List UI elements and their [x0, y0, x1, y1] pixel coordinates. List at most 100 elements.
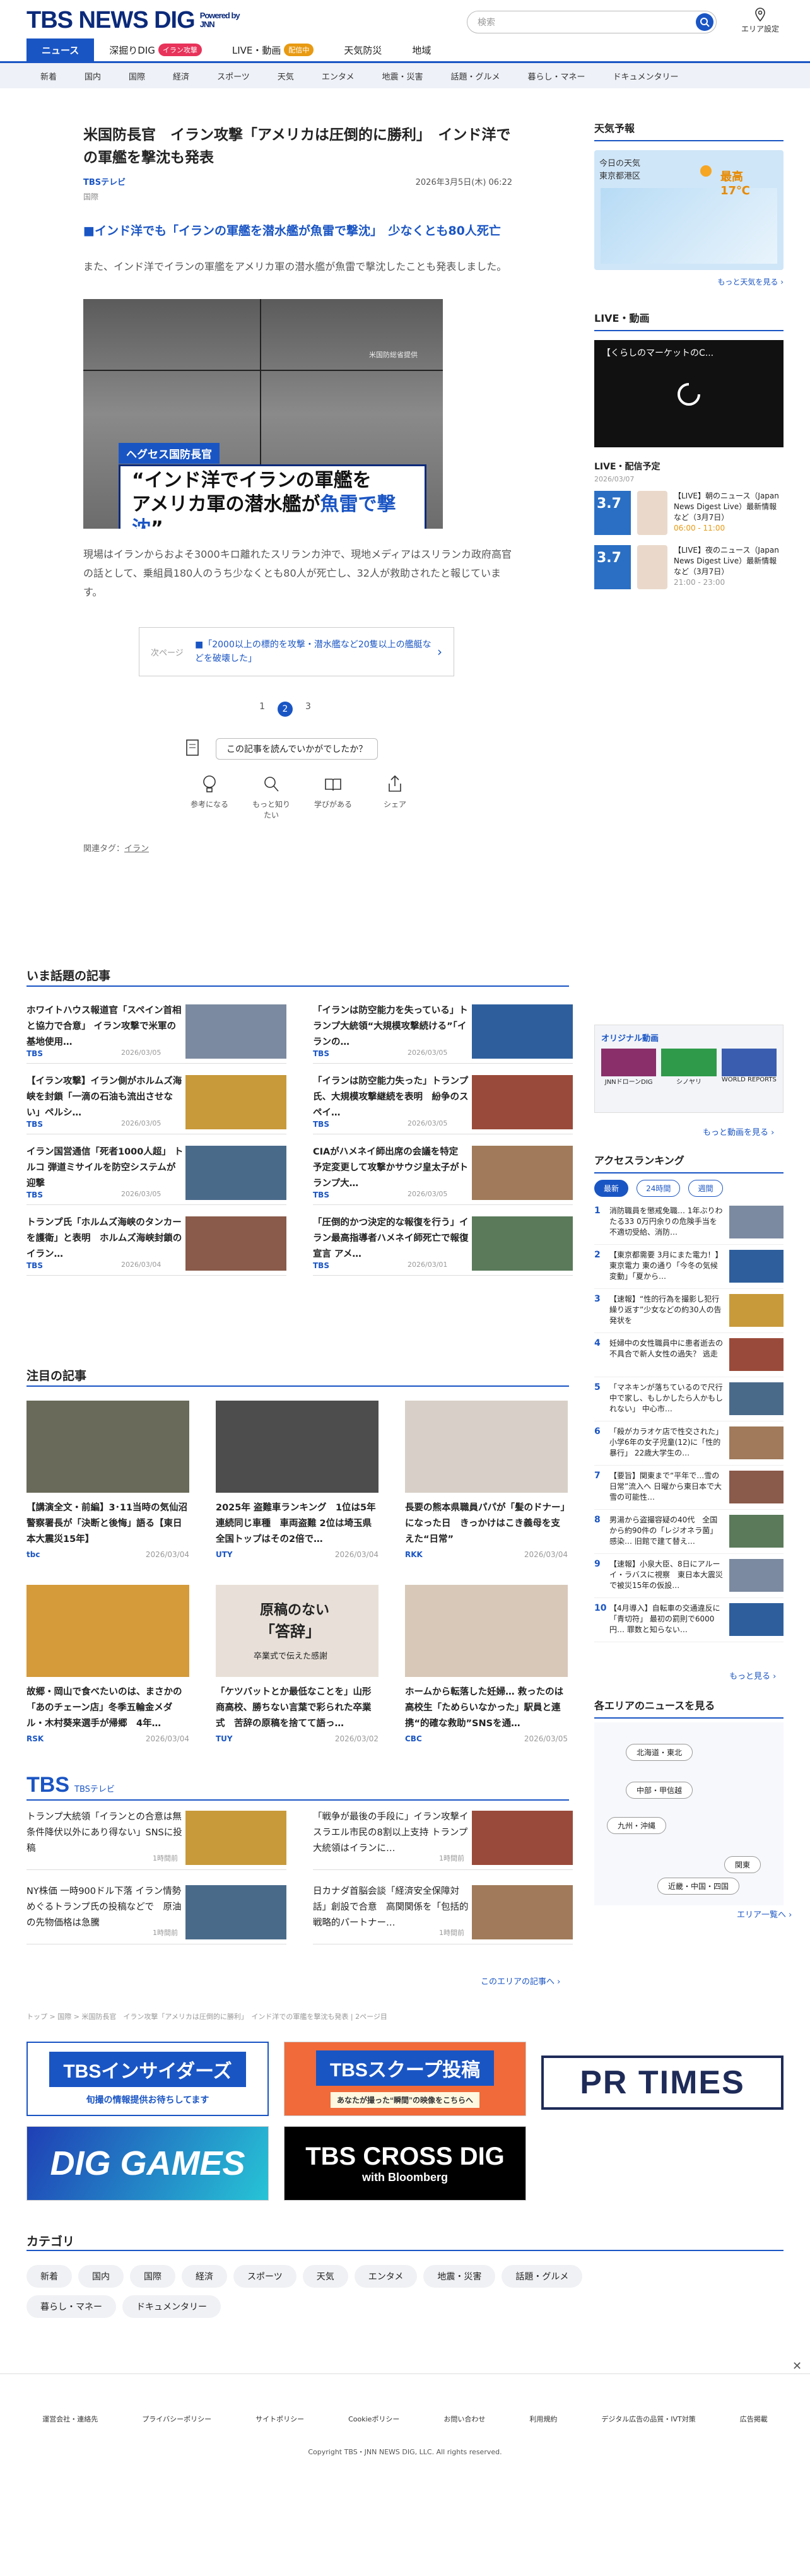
original-item[interactable]: JNNドローンDIG: [601, 1049, 657, 1086]
category-chip[interactable]: 地震・災害: [423, 2265, 496, 2288]
category-chip[interactable]: 暮らし・マネー: [26, 2295, 116, 2318]
original-item[interactable]: WORLD REPORTS: [721, 1049, 777, 1086]
subnav-item[interactable]: 天気: [264, 70, 308, 82]
live-player[interactable]: 【くらしのマーケットのC...: [594, 340, 784, 447]
original-more-link[interactable]: もっと動画を見る ›: [703, 1126, 774, 1138]
hot-article-card[interactable]: トランプ氏「ホルムズ海峡のタンカーを護衛」と表明 ホルムズ海峡封鎖のイラン… TB…: [26, 1215, 286, 1276]
breadcrumb[interactable]: トップ > 国際 > 米国防長官 イラン攻撃「アメリカは圧倒的に勝利」 インド洋…: [26, 2011, 387, 2021]
site-logo[interactable]: TBS NEWS DIG Powered by JNN: [26, 7, 244, 34]
area-setting-button[interactable]: エリア設定: [738, 8, 782, 34]
nav-dig[interactable]: 深掘りDIG イラン攻撃: [94, 38, 217, 61]
ranking-item[interactable]: 6 「殺がカラオケ店で性交された」小学6年の女子児童(12)に「性的暴行」 22歳…: [594, 1421, 784, 1466]
ranking-item[interactable]: 9 【速報】小泉大臣、8日にアルーイ・ラバスに視察 東日本大震災で被災15年の仮設…: [594, 1554, 784, 1598]
tbs-article-card[interactable]: 「戦争が最後の手段に」イラン攻撃イスラエル市民の8割以上支持 トランプ大統領はイ…: [313, 1809, 573, 1870]
nav-news[interactable]: ニュース: [26, 38, 95, 61]
category-chip[interactable]: 天気: [302, 2265, 348, 2288]
reaction-more-button[interactable]: もっと知りたい: [249, 775, 293, 820]
subnav-item[interactable]: 地震・災害: [368, 70, 437, 82]
nav-live[interactable]: LIVE・動画 配信中: [217, 38, 329, 61]
area-button[interactable]: 関東: [724, 1856, 761, 1873]
ranking-tab[interactable]: 最新: [594, 1180, 629, 1197]
featured-article-card[interactable]: 原稿のない 「答辞」 卒業式で伝えた感謝 「ケツバットとか最低なことを」山形商高校、勝…: [216, 1585, 379, 1743]
hot-article-card[interactable]: イラン国営通信「死者1000人超」 トルコ 弾道ミサイルを防空システムが迎撃 TB…: [26, 1144, 286, 1205]
category-chip[interactable]: スポーツ: [233, 2265, 296, 2288]
subnav-item[interactable]: スポーツ: [203, 70, 264, 82]
banner-dig-games[interactable]: DIG GAMES: [26, 2126, 269, 2201]
share-button[interactable]: シェア: [373, 775, 417, 820]
article-video[interactable]: 米国防総省提供 ヘグセス国防長官 “インド洋でイランの軍艦を アメリカ軍の潜水艦…: [83, 299, 443, 529]
category-chip[interactable]: ドキュメンタリー: [122, 2295, 221, 2318]
ranking-item[interactable]: 3 【速報】“性的行為を撮影し犯行繰り返す”少女などの約30人の告発状を: [594, 1289, 784, 1333]
area-button[interactable]: 九州・沖縄: [607, 1817, 667, 1834]
page-link[interactable]: 3: [305, 702, 311, 717]
ranking-tab[interactable]: 週間: [688, 1180, 723, 1197]
subnav-item[interactable]: 話題・グルメ: [437, 70, 514, 82]
area-button[interactable]: 近畿・中国・四国: [657, 1878, 740, 1895]
schedule-item[interactable]: 3.7 【LIVE】朝のニュース（Japan News Digest Live）…: [594, 491, 784, 538]
category-chip[interactable]: 国際: [130, 2265, 175, 2288]
area-button[interactable]: 中部・甲信越: [626, 1782, 693, 1799]
subnav-item[interactable]: 暮らし・マネー: [514, 70, 599, 82]
area-button[interactable]: 北海道・東北: [626, 1744, 693, 1761]
tbs-more-link[interactable]: このエリアの記事へ ›: [481, 1975, 560, 1987]
area-more-link[interactable]: エリア一覧へ ›: [737, 1908, 792, 1920]
nav-region[interactable]: 地域: [397, 38, 446, 61]
hot-article-card[interactable]: CIAがハメネイ師出席の会議を特定 予定変更して攻撃かサウジ皇太子がトランプ大……: [313, 1144, 573, 1205]
footer-link[interactable]: サイトポリシー: [255, 2414, 304, 2424]
tag-link[interactable]: イラン: [124, 844, 149, 854]
footer-link[interactable]: デジタル広告の品質・IVT対策: [601, 2414, 695, 2424]
footer-link[interactable]: お問い合わせ: [443, 2414, 485, 2424]
reaction-helpful-button[interactable]: 参考になる: [187, 775, 232, 820]
featured-article-card[interactable]: 長要の熊本県職員パパが「髪のドナー」になった日 きっかけはこき義母を支えた“日常…: [405, 1401, 568, 1559]
hot-article-card[interactable]: 「圧倒的かつ決定的な報復を行う」イラン最高指導者ハメネイ師死亡で報復宣言 アメ……: [313, 1215, 573, 1276]
tbs-article-card[interactable]: NY株価 一時900ドル下落 イラン情勢めぐるトランプ氏の投稿などで 原油の先物…: [26, 1884, 286, 1944]
page-link[interactable]: 1: [259, 702, 265, 717]
banner-prtimes[interactable]: PR TIMES: [541, 2056, 784, 2110]
article-source[interactable]: TBSテレビ: [83, 175, 126, 187]
featured-article-card[interactable]: ホームから転落した妊婦… 救ったのは高校生「ためらいなかった」駅員と連携“的確な…: [405, 1585, 568, 1743]
hot-article-card[interactable]: 「イランは防空能力を失っている」トランプ大統領“大規模攻撃続ける”「イランの… T…: [313, 1003, 573, 1064]
category-chip[interactable]: 新着: [26, 2265, 72, 2288]
footer-link[interactable]: Cookieポリシー: [348, 2414, 399, 2424]
category-chip[interactable]: 経済: [182, 2265, 227, 2288]
featured-article-card[interactable]: 【講演全文・前編】3･11当時の気仙沼警察署長が「決断と後悔」語る【東日本大震災…: [26, 1401, 189, 1559]
tbs-article-card[interactable]: 日カナダ首脳会談「経済安全保障対話」創設で合意 高関関係を「包括的戦略的パートナ…: [313, 1884, 573, 1944]
ranking-tab[interactable]: 24時間: [637, 1180, 681, 1197]
hot-article-card[interactable]: ホワイトハウス報道官「スペイン首相と協力で合意」 イラン攻撃で米軍の基地使用… T…: [26, 1003, 286, 1064]
footer-link[interactable]: 運営会社・連絡先: [42, 2414, 98, 2424]
category-chip[interactable]: エンタメ: [354, 2265, 418, 2288]
close-icon[interactable]: ✕: [792, 2360, 802, 2373]
search-input[interactable]: 検索: [467, 11, 717, 33]
category-chip[interactable]: 国内: [78, 2265, 124, 2288]
weather-widget[interactable]: 今日の天気 東京都港区 最高 17℃: [594, 150, 784, 270]
featured-article-card[interactable]: 2025年 盗難車ランキング 1位は5年連続同じ車種 車両盗難 2位は埼玉県 全…: [216, 1401, 379, 1559]
ranking-item[interactable]: 4 妊婦中の女性職員中に患者逝去の不具合で新人女性の過失？ 逃走: [594, 1333, 784, 1377]
search-button[interactable]: [696, 13, 713, 31]
subnav-item[interactable]: 新着: [26, 70, 71, 82]
original-item[interactable]: シノヤリ: [661, 1049, 717, 1086]
footer-link[interactable]: 広告掲載: [740, 2414, 768, 2424]
subnav-item[interactable]: 経済: [159, 70, 203, 82]
ranking-more-link[interactable]: もっと見る ›: [729, 1669, 776, 1681]
ranking-item[interactable]: 7 【要旨】関東まで“平年で…雪の日常”流入へ 日曜から東日本で大雪の可能性…: [594, 1466, 784, 1510]
ranking-item[interactable]: 8 男湯から盗撮容疑の40代 全国から約90件の「レジオネラ菌」感染… 旧館で建て…: [594, 1510, 784, 1554]
subnav-item[interactable]: 国際: [115, 70, 159, 82]
banner-scoop[interactable]: TBSスクープ投稿 あなたが撮った“瞬間”の映像をこちらへ: [284, 2042, 526, 2116]
hot-article-card[interactable]: 「イランは防空能力失った」トランプ氏、大規模攻撃継続を表明 紛争のスペイ… TBS…: [313, 1074, 573, 1134]
footer-link[interactable]: プライバシーポリシー: [142, 2414, 211, 2424]
ranking-item[interactable]: 10 【4月導入】自転車の交通違反に「青切符」 最初の罰則で6000円… 罪数と知…: [594, 1598, 784, 1642]
ranking-item[interactable]: 2 【東京都需要 3月にまた電力！】東京電力 東の通り「今冬の気候変動」「夏から…: [594, 1245, 784, 1289]
hot-article-card[interactable]: 【イラン攻撃】イラン側がホルムズ海峡を封鎖「一滴の石油も流出させない」ペルシ… T…: [26, 1074, 286, 1134]
subnav-item[interactable]: エンタメ: [308, 70, 368, 82]
category-chip[interactable]: 話題・グルメ: [502, 2265, 583, 2288]
tbs-article-card[interactable]: トランプ大統領「イランとの合意は無条件降伏以外にあり得ない」SNSに投稿 1時間前: [26, 1809, 286, 1870]
nav-weather[interactable]: 天気防災: [329, 38, 397, 61]
banner-insiders[interactable]: TBSインサイダーズ 旬撮の情報提供お待ちしてます: [26, 2042, 269, 2116]
footer-link[interactable]: 利用規約: [529, 2414, 557, 2424]
weather-more-link[interactable]: もっと天気を見る ›: [594, 276, 784, 287]
ranking-item[interactable]: 5 「マネキンが落ちているので尺行中で家し、もしかしたら人かもしれない」 中心市…: [594, 1377, 784, 1421]
article-category[interactable]: 国際: [83, 191, 512, 202]
banner-cross-dig[interactable]: TBS CROSS DIG with Bloomberg: [284, 2126, 526, 2201]
schedule-item[interactable]: 3.7 【LIVE】夜のニュース（Japan News Digest Live）…: [594, 545, 784, 592]
next-page-link[interactable]: 次ページ ■「2000以上の標的を攻撃・潜水艦など20隻以上の艦艇などを破壊した…: [139, 627, 454, 676]
